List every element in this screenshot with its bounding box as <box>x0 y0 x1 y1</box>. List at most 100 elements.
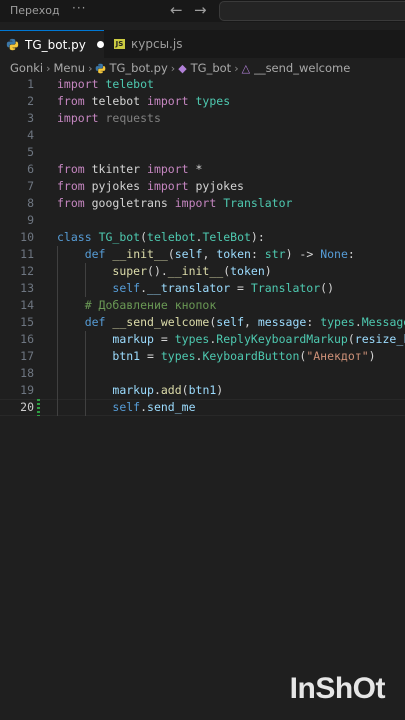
code-line[interactable]: 9 <box>0 212 405 229</box>
code-token: import <box>57 111 99 125</box>
line-number: 2 <box>27 94 34 108</box>
code-line[interactable]: 12 super().__init__(token) <box>0 263 405 280</box>
line-number: 16 <box>20 332 34 346</box>
code-token: ): <box>250 230 265 244</box>
line-number: 9 <box>27 213 34 227</box>
code-token: send_me <box>147 400 196 414</box>
code-line[interactable]: 3 import requests <box>0 110 405 127</box>
code-token: __send_welcome <box>112 315 210 329</box>
code-token: from <box>57 179 85 193</box>
code-token: pyjokes <box>188 179 244 193</box>
breadcrumb-item-file[interactable]: TG_bot.py <box>109 61 167 75</box>
code-token: resize_k <box>354 332 405 346</box>
code-token: Message <box>361 315 405 329</box>
line-number: 7 <box>27 179 34 193</box>
code-token: ReplyKeyboardMarkup <box>216 332 348 346</box>
code-line[interactable]: 19 markup.add(btn1) <box>0 382 405 399</box>
line-number: 15 <box>20 315 34 329</box>
code-line[interactable]: 17 btn1 = types.KeyboardButton("Анекдот"… <box>0 348 405 365</box>
code-line[interactable]: 20 self.send_me <box>0 399 405 416</box>
code-token: telebot <box>147 230 196 244</box>
code-line[interactable]: 7 from pyjokes import pyjokes <box>0 178 405 195</box>
code-token: import <box>147 94 189 108</box>
line-number: 5 <box>27 145 34 159</box>
arrow-left-icon[interactable]: ← <box>170 1 183 19</box>
code-line[interactable]: 13 self.__translator = Translator() <box>0 280 405 297</box>
code-token: message <box>257 315 307 329</box>
code-line[interactable]: 16 markup = types.ReplyKeyboardMarkup(re… <box>0 331 405 348</box>
code-token: types <box>320 315 355 329</box>
code-line[interactable]: 6 from tkinter import * <box>0 161 405 178</box>
code-editor[interactable]: 1 import telebot 2 from telebot import type… <box>0 76 405 720</box>
chevron-right-icon: › <box>88 61 93 75</box>
unsaved-dot-icon[interactable] <box>96 41 104 48</box>
code-line[interactable]: 15 def __send_welcome(self, message: typ… <box>0 314 405 331</box>
line-number: 12 <box>20 264 34 278</box>
code-token: class <box>57 230 92 244</box>
code-token: telebot <box>84 94 148 108</box>
code-token: from <box>57 196 85 210</box>
line-number: 11 <box>20 247 34 261</box>
code-token: ) <box>216 383 224 397</box>
line-number: 1 <box>27 77 34 91</box>
more-menu-icon[interactable]: ··· <box>72 1 86 15</box>
code-line[interactable]: 1 import telebot <box>0 76 405 93</box>
code-token: __init__ <box>112 247 168 261</box>
breadcrumb-item-method[interactable]: __send_welcome <box>254 61 350 75</box>
code-text: markup.add(btn1) <box>57 382 223 399</box>
code-line[interactable]: 2 from telebot import types <box>0 93 405 110</box>
breadcrumb-item-gonki[interactable]: Gonki <box>10 61 43 75</box>
menu-go[interactable]: Переход <box>10 4 60 17</box>
title-bar: Переход ··· ← → <box>0 0 405 22</box>
tab-kursy-js[interactable]: JS курсы.js <box>104 30 206 58</box>
code-line[interactable]: 8 from googletrans import Translator <box>0 195 405 212</box>
indent-guide <box>85 331 86 416</box>
code-token: . <box>354 315 362 329</box>
code-text: super().__init__(token) <box>57 263 272 280</box>
code-token: self <box>216 315 244 329</box>
arrow-right-icon[interactable]: → <box>194 1 207 19</box>
code-line[interactable]: 5 <box>0 144 405 161</box>
code-line[interactable]: 10 class TG_bot(telebot.TeleBot): <box>0 229 405 246</box>
line-number: 3 <box>27 111 34 125</box>
code-token: token <box>216 247 251 261</box>
code-token: types <box>174 332 210 346</box>
git-change-marker <box>37 399 40 416</box>
code-text: from googletrans import Translator <box>57 195 292 212</box>
code-text: # Добавление кнопок <box>57 297 217 314</box>
breadcrumb-item-class[interactable]: TG_bot <box>191 61 232 75</box>
code-text: import requests <box>57 110 161 127</box>
code-token: types <box>160 349 196 363</box>
code-token: markup <box>112 383 154 397</box>
code-token: # Добавление кнопок <box>84 298 217 312</box>
code-token: from <box>57 94 85 108</box>
tab-tg-bot-py[interactable]: TG_bot.py <box>0 30 104 58</box>
code-line[interactable]: 18 <box>0 365 405 382</box>
inshot-watermark: InShOt <box>289 672 386 705</box>
code-token: import <box>147 162 189 176</box>
python-icon <box>96 63 106 73</box>
code-token: ( <box>347 332 355 346</box>
line-number: 19 <box>20 383 34 397</box>
code-token: self <box>174 247 203 261</box>
code-token: = <box>230 281 251 295</box>
code-line[interactable]: 11 def __init__(self, token: str) -> Non… <box>0 246 405 263</box>
code-token: TG_bot <box>98 230 141 244</box>
code-line[interactable]: 14 # Добавление кнопок <box>0 297 405 314</box>
code-token: Translator <box>250 281 321 295</box>
code-text: btn1 = types.KeyboardButton("Анекдот") <box>57 348 376 365</box>
breadcrumb-item-menu[interactable]: Menu <box>54 61 86 75</box>
code-token: ) <box>368 349 376 363</box>
line-number: 4 <box>27 128 34 142</box>
line-number: 20 <box>20 400 34 414</box>
code-text: markup = types.ReplyKeyboardMarkup(resiz… <box>57 331 405 348</box>
code-token: import <box>57 77 99 91</box>
code-token: ) <box>264 264 272 278</box>
js-icon: JS <box>114 39 125 49</box>
line-number: 13 <box>20 281 34 295</box>
code-token: def <box>84 315 106 329</box>
code-line[interactable]: 4 <box>0 127 405 144</box>
command-center-search[interactable] <box>219 1 405 21</box>
code-token: ( <box>167 247 175 261</box>
